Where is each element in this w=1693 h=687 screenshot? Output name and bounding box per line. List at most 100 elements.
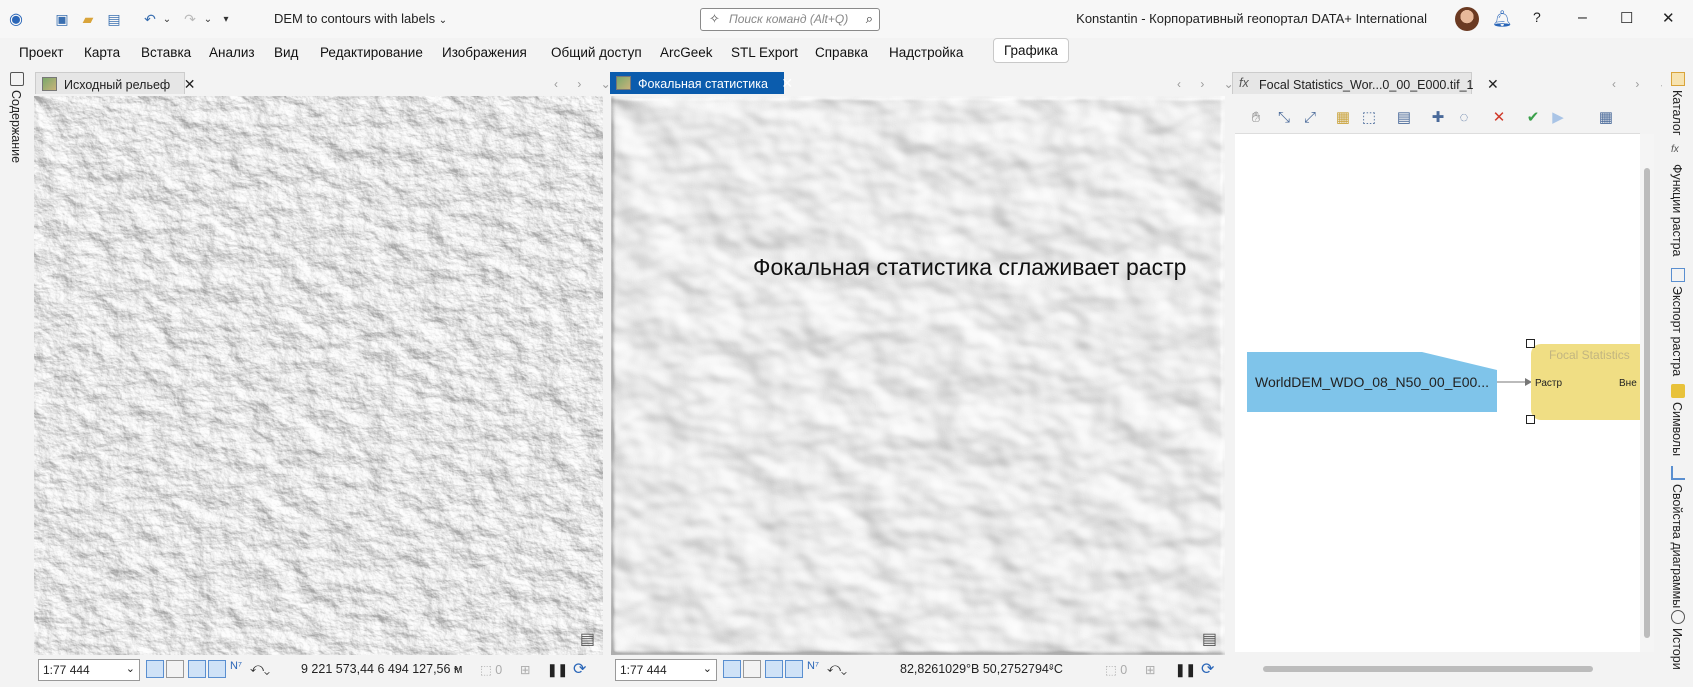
tab-focal-statistics[interactable]: Фокальная статистика ✕ [610, 72, 793, 94]
add-connection-icon[interactable]: ✚ [1429, 108, 1447, 126]
coordinate-readout[interactable]: 9 221 573,44 6 494 127,56 м [301, 662, 463, 676]
open-project-icon[interactable]: ▰ [78, 9, 98, 29]
menu-insert[interactable]: Вставка [141, 45, 191, 60]
coord-dropdown-icon[interactable]: ⌄ [452, 662, 460, 673]
contents-panel-tab[interactable]: Содержание [9, 90, 23, 163]
tab-close-icon[interactable]: ✕ [781, 75, 793, 91]
connector-arrow[interactable] [1497, 374, 1533, 390]
constraints-icon[interactable] [785, 660, 803, 678]
scroll-thumb[interactable] [1263, 666, 1593, 672]
map-view-source-relief[interactable]: ▤ [34, 96, 603, 655]
map-view-focal-statistics[interactable]: Фокальная статистика сглаживает растр ▤ [611, 96, 1225, 655]
project-title[interactable]: DEM to contours with labels ⌄ [274, 11, 447, 26]
history-panel-tab[interactable]: Истори [1670, 628, 1684, 670]
help-icon[interactable]: ? [1533, 9, 1541, 25]
selection-handle[interactable] [1526, 415, 1535, 424]
model-input-node[interactable]: WorldDEM_WDO_08_N50_00_E00... [1247, 352, 1497, 412]
overview-icon[interactable]: ▤ [580, 629, 595, 649]
command-search-input[interactable]: ✧ Поиск команд (Alt+Q) ⌕ [700, 8, 880, 31]
snapping-icon[interactable] [188, 660, 206, 678]
filter-icon[interactable]: ⊞ [1145, 662, 1155, 677]
model-builder-toolbar: ✋︎ ⤡ ⤢ ▦ ⬚ ▤ ✚ ◌ ✕ ✔ ▶ ▦ [1235, 100, 1640, 134]
raster-functions-panel-tab[interactable]: Функции растра [1670, 164, 1684, 257]
overview-icon[interactable]: ▤ [1202, 629, 1217, 649]
user-portal-label[interactable]: Konstantin - Корпоративный геопортал DAT… [1076, 11, 1427, 26]
rotate-icon[interactable]: ⤺⌄ [827, 660, 847, 678]
model-canvas[interactable]: WorldDEM_WDO_08_N50_00_E00... Focal Stat… [1235, 134, 1640, 652]
table-icon[interactable] [166, 660, 184, 678]
refresh-icon[interactable]: ⟳ [1201, 659, 1214, 679]
grid-icon[interactable] [723, 660, 741, 678]
export-raster-panel-tab[interactable]: Экспорт растра [1670, 286, 1684, 376]
pan-icon[interactable]: ✋︎ [1247, 108, 1265, 126]
coordinate-readout[interactable]: 82,8261029°В 50,2752794°С [900, 662, 1063, 676]
coord-dropdown-icon[interactable]: ⌄ [1047, 662, 1055, 673]
grid-icon[interactable] [146, 660, 164, 678]
save-project-icon[interactable]: ▤ [104, 9, 124, 29]
pane1-nav-arrows-icon[interactable]: ‹ › ⌄ [554, 77, 619, 91]
pause-icon[interactable]: ❚❚ [547, 662, 568, 677]
tab-model-builder[interactable]: fx Focal Statistics_Wor...0_00_E000.tif_… [1232, 72, 1499, 94]
rotate-icon[interactable]: ⤺⌄ [250, 660, 270, 678]
horizontal-scrollbar[interactable] [1235, 662, 1640, 676]
scale-selector[interactable]: 1:77 444 ⌄ [38, 659, 140, 681]
menu-stl-export[interactable]: STL Export [731, 45, 798, 60]
validate-icon[interactable]: ✔ [1524, 108, 1542, 126]
model-tool-node[interactable]: Focal Statistics Растр Вне [1531, 344, 1640, 420]
menu-map[interactable]: Карта [84, 45, 120, 60]
minimize-icon[interactable]: – [1578, 9, 1587, 27]
full-extent-icon[interactable]: ⤢ [1301, 108, 1319, 126]
search-placeholder: Поиск команд (Alt+Q) [729, 12, 849, 26]
select-all-icon[interactable]: ⬚ [1360, 108, 1378, 126]
function-icon: fx [1239, 76, 1249, 90]
north-arrow-icon[interactable]: N⁷ [230, 660, 248, 678]
menu-help[interactable]: Справка [815, 45, 868, 60]
filter-icon[interactable]: ⊞ [520, 662, 530, 677]
customize-qat-icon[interactable]: ▾ [216, 9, 236, 29]
vertical-scrollbar[interactable] [1640, 134, 1654, 652]
selection-handle[interactable] [1526, 339, 1535, 348]
report-icon[interactable]: ▤ [1395, 108, 1413, 126]
new-project-icon[interactable]: ▣ [52, 9, 72, 29]
pause-icon[interactable]: ❚❚ [1175, 662, 1196, 677]
symbology-panel-tab[interactable]: Символы [1670, 402, 1684, 456]
close-icon[interactable]: ✕ [1662, 9, 1675, 27]
constraints-icon[interactable] [208, 660, 226, 678]
menu-graphics[interactable]: Графика [993, 38, 1069, 63]
scale-selector[interactable]: 1:77 444 ⌄ [615, 659, 717, 681]
menu-view[interactable]: Вид [274, 45, 298, 60]
menu-share[interactable]: Общий доступ [551, 45, 642, 60]
tab-source-relief[interactable]: Исходный рельеф ✕ [35, 72, 195, 94]
redo-dropdown-icon[interactable]: ⌄ [198, 9, 218, 29]
menu-edit[interactable]: Редактирование [320, 45, 423, 60]
menu-analysis[interactable]: Анализ [209, 45, 255, 60]
catalog-panel-tab[interactable]: Каталог [1670, 90, 1684, 135]
notifications-icon[interactable]: 🔔︎ [1492, 9, 1512, 29]
add-tool-icon[interactable]: ◌ [1455, 108, 1473, 126]
auto-layout-icon[interactable]: ▦ [1334, 108, 1352, 126]
redo-icon[interactable]: ↷ [180, 9, 200, 29]
menu-addin[interactable]: Надстройка [889, 45, 963, 60]
tab-close-icon[interactable]: ✕ [184, 76, 196, 92]
delete-icon[interactable]: ✕ [1490, 108, 1508, 126]
table-icon[interactable] [743, 660, 761, 678]
model-input-label: WorldDEM_WDO_08_N50_00_E00... [1255, 374, 1489, 390]
run-icon[interactable]: ▶ [1549, 108, 1567, 126]
scroll-thumb[interactable] [1644, 168, 1650, 638]
selection-count: 0 [495, 663, 503, 677]
maximize-icon[interactable]: ☐ [1620, 9, 1633, 27]
tab-close-icon[interactable]: ✕ [1487, 76, 1499, 92]
model-properties-icon[interactable]: ▦ [1597, 108, 1615, 126]
search-icon: ⌕ [865, 11, 873, 26]
menu-project[interactable]: Проект [19, 45, 63, 60]
menu-imagery[interactable]: Изображения [442, 45, 527, 60]
menu-arcgeek[interactable]: ArcGeek [660, 45, 713, 60]
app-logo-icon[interactable]: ◉ [6, 9, 26, 29]
fit-to-window-icon[interactable]: ⤡ [1275, 108, 1293, 126]
avatar[interactable] [1455, 7, 1479, 31]
refresh-icon[interactable]: ⟳ [573, 659, 586, 679]
undo-dropdown-icon[interactable]: ⌄ [157, 9, 177, 29]
north-arrow-icon[interactable]: N⁷ [807, 660, 825, 678]
chart-properties-panel-tab[interactable]: Свойства диаграммы [1670, 484, 1684, 608]
snapping-icon[interactable] [765, 660, 783, 678]
